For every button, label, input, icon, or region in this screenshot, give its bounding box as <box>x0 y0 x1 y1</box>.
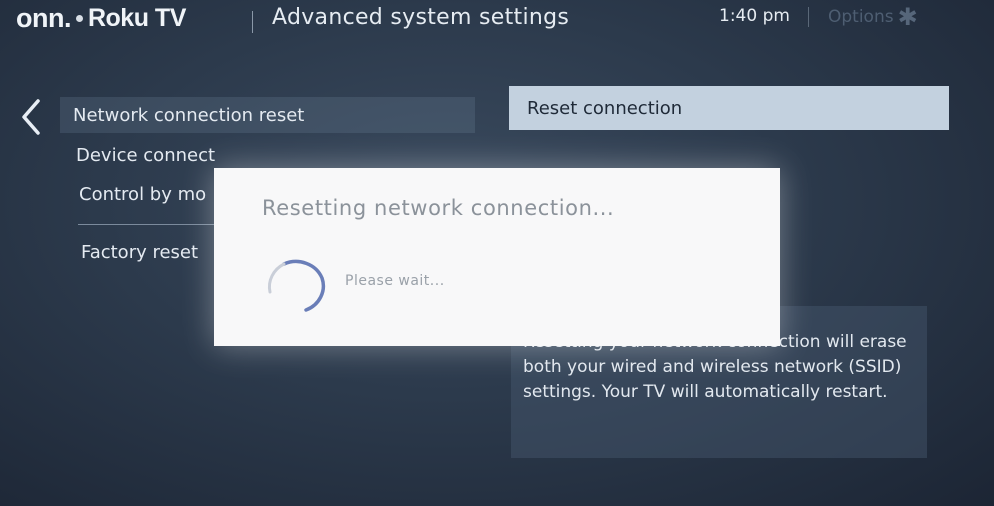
menu-item-network-connection-reset[interactable]: Network connection reset <box>73 105 304 126</box>
page-title: Advanced system settings <box>272 5 570 30</box>
clock-time: 1:40 pm <box>719 6 790 26</box>
menu-divider <box>78 224 216 225</box>
menu-item-device-connect[interactable]: Device connect <box>76 145 215 166</box>
menu-item-control-by-mobile[interactable]: Control by mo <box>79 184 206 205</box>
header-bar: onn. Roku TV Advanced system settings 1:… <box>0 0 994 42</box>
brand-dot <box>75 15 83 22</box>
header-divider-right <box>808 7 809 27</box>
menu-item-factory-reset[interactable]: Factory reset <box>81 242 198 263</box>
reset-connection-button[interactable]: Reset connection <box>509 86 949 130</box>
brand-roku-tv: Roku TV <box>87 4 186 32</box>
options-label: Options <box>828 7 894 27</box>
asterisk-icon: ✱ <box>897 3 918 31</box>
brand-onn: onn. <box>16 3 71 33</box>
dialog-title: Resetting network connection... <box>262 196 615 220</box>
please-wait-text: Please wait... <box>345 273 445 289</box>
header-divider <box>252 11 253 33</box>
chevron-left-icon[interactable] <box>18 98 44 136</box>
options-button[interactable]: Options ✱ <box>828 3 918 31</box>
loading-spinner-icon <box>267 259 326 312</box>
progress-dialog: Resetting network connection... Please w… <box>214 168 780 346</box>
brand-logo: onn. Roku TV <box>16 3 186 34</box>
